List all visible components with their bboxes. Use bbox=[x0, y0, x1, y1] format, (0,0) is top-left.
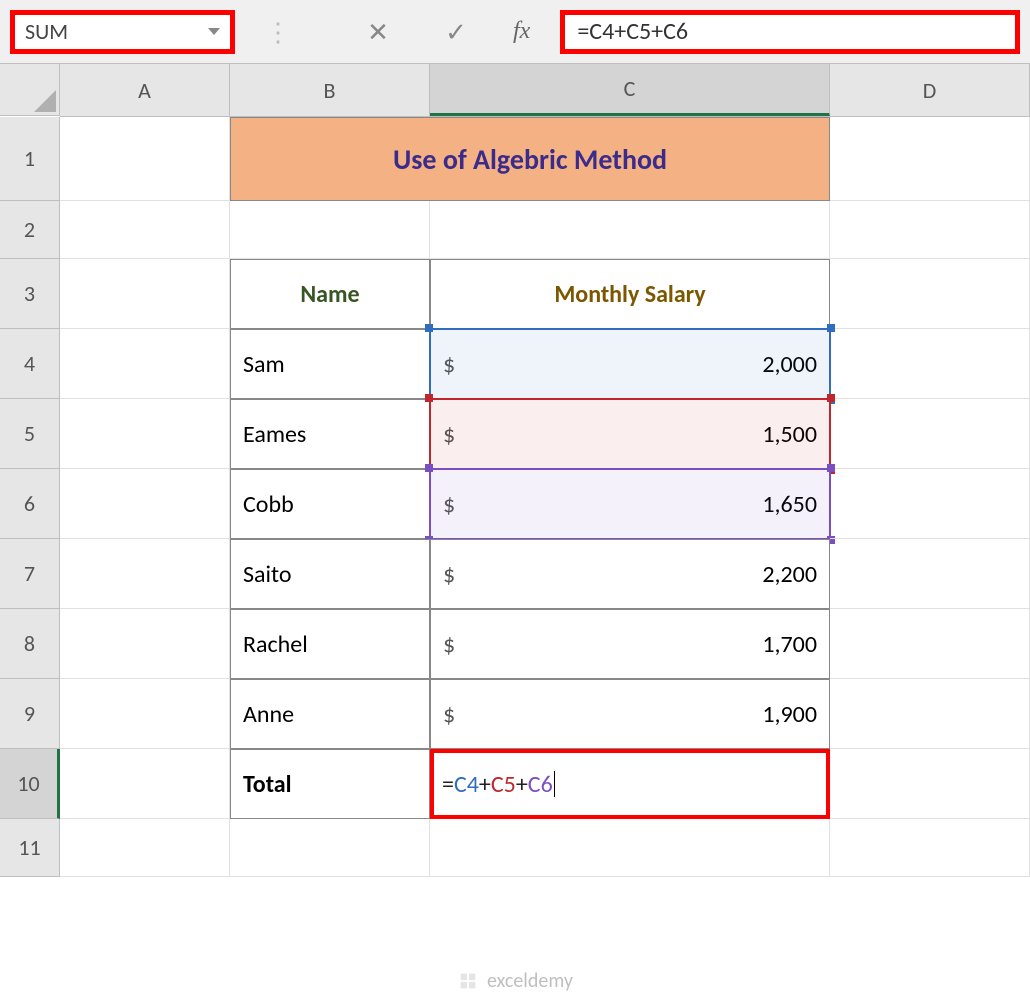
row-header-7[interactable]: 7 bbox=[0, 539, 60, 609]
cell-A11[interactable] bbox=[60, 819, 230, 877]
name-cell[interactable]: Anne bbox=[230, 679, 430, 749]
fx-icon[interactable]: fx bbox=[513, 18, 530, 45]
row-header-2[interactable]: 2 bbox=[0, 201, 60, 259]
row-header-3[interactable]: 3 bbox=[0, 259, 60, 329]
cell-D1[interactable] bbox=[830, 117, 1030, 201]
col-header-B[interactable]: B bbox=[230, 64, 430, 116]
cell-D10[interactable] bbox=[830, 749, 1030, 819]
cell-D3[interactable] bbox=[830, 259, 1030, 329]
formula-bar: SUM ⋮ ✕ ✓ fx =C4+C5+C6 bbox=[0, 0, 1030, 64]
row-header-1[interactable]: 1 bbox=[0, 117, 60, 201]
col-header-A[interactable]: A bbox=[60, 64, 230, 116]
name-cell[interactable]: Cobb bbox=[230, 469, 430, 539]
cell-A2[interactable] bbox=[60, 201, 230, 259]
cancel-icon[interactable]: ✕ bbox=[357, 16, 399, 48]
salary-cell[interactable]: $ 1,700 bbox=[430, 609, 830, 679]
formula-bar-text: =C4+C5+C6 bbox=[577, 17, 688, 46]
name-box-value: SUM bbox=[25, 18, 68, 45]
column-headers: A B C D bbox=[60, 64, 1030, 117]
cell-D4[interactable] bbox=[830, 329, 1030, 399]
salary-cell[interactable]: $ 1,900 bbox=[430, 679, 830, 749]
name-cell[interactable]: Sam bbox=[230, 329, 430, 399]
row-header-11[interactable]: 11 bbox=[0, 819, 60, 877]
row-header-10[interactable]: 10 bbox=[0, 749, 60, 819]
cell-A8[interactable] bbox=[60, 609, 230, 679]
header-name[interactable]: Name bbox=[230, 259, 430, 329]
cell-D11[interactable] bbox=[830, 819, 1030, 877]
cell-D8[interactable] bbox=[830, 609, 1030, 679]
salary-cell-C5[interactable]: $ 1,500 bbox=[430, 399, 830, 469]
name-cell[interactable]: Rachel bbox=[230, 609, 430, 679]
cell-A7[interactable] bbox=[60, 539, 230, 609]
cell-D2[interactable] bbox=[830, 201, 1030, 259]
salary-cell[interactable]: $ 2,200 bbox=[430, 539, 830, 609]
enter-icon[interactable]: ✓ bbox=[435, 16, 477, 48]
name-cell[interactable]: Eames bbox=[230, 399, 430, 469]
cell-A1[interactable] bbox=[60, 117, 230, 201]
cell-A4[interactable] bbox=[60, 329, 230, 399]
row-header-6[interactable]: 6 bbox=[0, 469, 60, 539]
row-header-4[interactable]: 4 bbox=[0, 329, 60, 399]
col-header-C[interactable]: C bbox=[430, 64, 830, 116]
cell-A5[interactable] bbox=[60, 399, 230, 469]
total-label-cell[interactable]: Total bbox=[230, 749, 430, 819]
formula-bar-input[interactable]: =C4+C5+C6 bbox=[560, 10, 1020, 54]
cell-A3[interactable] bbox=[60, 259, 230, 329]
cell-C11[interactable] bbox=[430, 819, 830, 877]
watermark: exceldemy bbox=[0, 969, 1030, 993]
row-header-5[interactable]: 5 bbox=[0, 399, 60, 469]
select-all-corner[interactable] bbox=[0, 64, 60, 116]
col-header-D[interactable]: D bbox=[830, 64, 1030, 116]
name-box[interactable]: SUM bbox=[10, 10, 235, 54]
active-formula-cell[interactable]: =C4+C5+C6 bbox=[430, 749, 830, 819]
title-text: Use of Algebric Method bbox=[393, 142, 667, 177]
title-cell[interactable]: Use of Algebric Method bbox=[230, 117, 830, 201]
row-header-9[interactable]: 9 bbox=[0, 679, 60, 749]
header-salary[interactable]: Monthly Salary bbox=[430, 259, 830, 329]
name-cell[interactable]: Saito bbox=[230, 539, 430, 609]
dropdown-icon[interactable] bbox=[208, 28, 220, 35]
cell-D7[interactable] bbox=[830, 539, 1030, 609]
cell-D9[interactable] bbox=[830, 679, 1030, 749]
row-header-8[interactable]: 8 bbox=[0, 609, 60, 679]
salary-cell-C6[interactable]: $ 1,650 bbox=[430, 469, 830, 539]
separator: ⋮ bbox=[265, 16, 291, 48]
cell-D5[interactable] bbox=[830, 399, 1030, 469]
cell-B2[interactable] bbox=[230, 201, 430, 259]
logo-icon bbox=[457, 970, 479, 992]
cell-C2[interactable] bbox=[430, 201, 830, 259]
cell-A6[interactable] bbox=[60, 469, 230, 539]
cell-A10[interactable] bbox=[60, 749, 230, 819]
cell-A9[interactable] bbox=[60, 679, 230, 749]
salary-cell-C4[interactable]: $ 2,000 bbox=[430, 329, 830, 399]
cell-D6[interactable] bbox=[830, 469, 1030, 539]
text-cursor bbox=[554, 771, 555, 797]
cell-B11[interactable] bbox=[230, 819, 430, 877]
